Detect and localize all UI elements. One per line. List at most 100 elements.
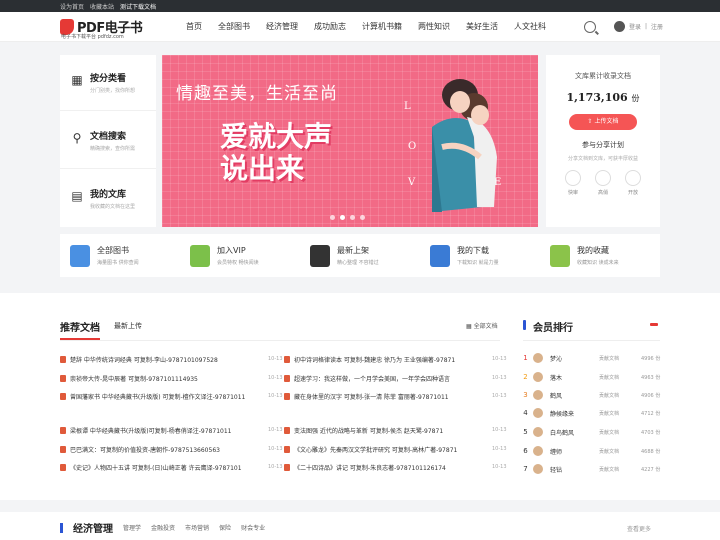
- pdf-icon: [284, 355, 290, 363]
- rank-row[interactable]: 7 轻钻 贡献文档 4227 份: [521, 463, 660, 475]
- doc-item[interactable]: 变法图强 近代的战略与革新 可复制-侯杰 赵天鹭-97871 10-13: [284, 425, 507, 435]
- nav-all-books[interactable]: 全部图书: [210, 21, 258, 32]
- nav-computer[interactable]: 计算机书籍: [354, 21, 410, 32]
- quick-access-panel: ▦ 按分类看 分门别类，找你所想 ⚲ 文档搜索 精确搜索，查你所需 ▤ 我的文库 我收…: [60, 55, 156, 227]
- download-icon: [430, 244, 450, 267]
- feature-vip[interactable]: 加入VIP 会员特权 畅快阅读: [180, 234, 300, 277]
- pdf-icon: [60, 355, 66, 363]
- search-icon: ⚲: [72, 131, 82, 145]
- pdf-icon: [60, 445, 66, 453]
- nav-humanities[interactable]: 人文社科: [506, 21, 554, 32]
- total-docs-count: 1,173,106 份: [566, 91, 640, 104]
- rank-row[interactable]: 5 白鸟鹤风 贡献文档 4703 份: [521, 426, 660, 438]
- avatar: [533, 390, 543, 400]
- pdf-icon: [60, 374, 66, 382]
- doc-item[interactable]: 巴巴满文：可复制的价值投资-唐朝作-9787513660563 10-13: [60, 444, 283, 454]
- user-area: 登录 | 注册: [614, 21, 663, 32]
- banner-letter-l: L: [404, 101, 411, 112]
- feature-bar: 全部图书 海量图书 供你查阅 加入VIP 会员特权 畅快阅读 最新上架 精心整理 不容…: [60, 234, 660, 277]
- doc-item[interactable]: 《史记》人物四十五讲 可复制-(日)山崎正著 许云鹰译-9787101 10-13: [60, 462, 283, 472]
- pdf-icon: [60, 463, 66, 471]
- user-avatar-icon[interactable]: [614, 21, 625, 32]
- register-link[interactable]: 注册: [651, 22, 663, 31]
- rank-row[interactable]: 4 静候缘来 贡献文档 4712 份: [521, 407, 660, 419]
- doc-item[interactable]: 楚辞 中华传统诗词经典 可复制-李山-9787101097528 10-13: [60, 354, 283, 364]
- vip-icon: [190, 244, 210, 267]
- ranking-title: 会员排行: [533, 323, 573, 334]
- bar-chart-icon: [70, 244, 90, 267]
- avatar: [533, 446, 543, 456]
- banner-letter-o: O: [408, 141, 416, 152]
- pdf-icon: [284, 445, 290, 453]
- banner-headline: 爱就大声 说出来: [220, 120, 333, 185]
- total-docs-label: 文库累计收录文档: [575, 72, 631, 80]
- fast-review-icon: 快审: [565, 170, 581, 196]
- doc-item[interactable]: 藏在身体里的汉字 可复制-张一清 陈菲 富丽著-97871011 10-13: [284, 391, 507, 401]
- banner-slogan: 情趣至美，生活至尚: [176, 84, 338, 104]
- high-reward-icon: 高俏: [595, 170, 611, 196]
- tab-latest-upload[interactable]: 最新上传: [114, 321, 142, 331]
- nav-relationship[interactable]: 两性知识: [410, 21, 458, 32]
- tab-marketing[interactable]: 市场营销: [185, 523, 209, 532]
- rank-row[interactable]: 3 鹤风 贡献文档 4906 份: [521, 389, 660, 401]
- economy-title: 经济管理: [73, 524, 113, 535]
- rank-row[interactable]: 2 落木 贡献文档 4963 份: [521, 371, 660, 383]
- avatar: [533, 464, 543, 474]
- rank-row[interactable]: 6 缠师 贡献文档 4688 份: [521, 445, 660, 457]
- open-icon: 开放: [625, 170, 641, 196]
- feature-favorites[interactable]: 我的收藏 收藏知识 读成未来: [540, 234, 660, 277]
- doc-item[interactable]: 梁根谭 中华经典藏书(升级版)可复制-杨春俏译注-97871011 10-13: [60, 425, 283, 435]
- library-icon: ▤: [71, 189, 83, 203]
- avatar: [533, 353, 543, 363]
- search-icon[interactable]: [584, 20, 596, 33]
- rank-accent: [523, 320, 526, 330]
- logo-subtitle: 电子书下载平台 pdfdz.com: [61, 33, 124, 40]
- nav-home[interactable]: 首页: [178, 21, 210, 32]
- pdf-icon: [284, 392, 290, 400]
- banner-letter-v: V: [407, 177, 416, 188]
- avatar: [533, 408, 543, 418]
- tab-management[interactable]: 管理学: [123, 523, 141, 532]
- doc-item[interactable]: 曾国藩家书 中华经典藏书(升级版) 可复制-檀作文译注-97871011 10-1…: [60, 391, 283, 401]
- document-search[interactable]: ⚲ 文档搜索 精确搜索，查你所需: [60, 113, 156, 169]
- rank-row[interactable]: 1 梦沁 贡献文档 4996 份: [521, 352, 660, 364]
- all-docs-link[interactable]: ▦ 全部文档: [466, 321, 498, 330]
- feature-downloads[interactable]: 我的下载 下载知识 就是力量: [420, 234, 540, 277]
- doc-item[interactable]: 崇祯帝大传-晁中辰著 可复制-9787101114935 10-13: [60, 373, 283, 383]
- login-link[interactable]: 登录: [629, 22, 641, 31]
- nav-success[interactable]: 成功励志: [306, 21, 354, 32]
- doc-item[interactable]: 超速学习：我这样做，一个月学会美国，一年学会四种语言 10-13: [284, 373, 507, 383]
- site-logo[interactable]: PDF电子书 电子书下载平台 pdfdz.com: [60, 15, 160, 40]
- pdf-icon: [60, 392, 66, 400]
- grid-icon: ▦: [71, 73, 83, 87]
- carousel-dots[interactable]: [330, 215, 365, 220]
- tab-finance[interactable]: 金融投资: [151, 523, 175, 532]
- doc-item[interactable]: 《二十四诗品》讲记 可复制-朱良志著-9787101126174 10-13: [284, 462, 507, 472]
- economy-section-header: 经济管理 管理学 金融投资 市场营销 保险 财会专业: [60, 520, 265, 535]
- bookmark-link[interactable]: 收藏本站: [90, 2, 114, 11]
- pdf-icon: [284, 426, 290, 434]
- top-bar: 设为首页 收藏本站 测试下载文档: [0, 0, 720, 12]
- feature-all-books[interactable]: 全部图书 海量图书 供你查阅: [60, 234, 180, 277]
- new-icon: [310, 244, 330, 267]
- favorite-icon: [550, 244, 570, 267]
- tab-accounting[interactable]: 财会专业: [241, 523, 265, 532]
- feature-new[interactable]: 最新上架 精心整理 不容错过: [300, 234, 420, 277]
- category-browse[interactable]: ▦ 按分类看 分门别类，找你所想: [60, 55, 156, 111]
- promo-banner[interactable]: 情趣至美，生活至尚 爱就大声 说出来 L O V E: [162, 55, 538, 227]
- upload-button[interactable]: ⇧ 上传文档: [569, 114, 637, 130]
- main-nav: 首页 全部图书 经济管理 成功励志 计算机书籍 两性知识 美好生活 人文社科: [178, 21, 554, 32]
- pdf-icon: [284, 463, 290, 471]
- view-more-link[interactable]: 查看更多: [627, 524, 651, 533]
- share-plan-sub: 分享文档到文库，可获丰厚收益: [567, 156, 638, 162]
- doc-item[interactable]: 《文心雕龙》先秦两汉文学批评研究 可复制-高林广著-97871 10-13: [284, 444, 507, 454]
- share-plan-title: 参与分享计划: [582, 141, 624, 149]
- avatar: [533, 372, 543, 382]
- nav-life[interactable]: 美好生活: [458, 21, 506, 32]
- test-download-link[interactable]: 测试下载文档: [120, 2, 156, 11]
- set-home-link[interactable]: 设为首页: [60, 2, 84, 11]
- nav-economics[interactable]: 经济管理: [258, 21, 306, 32]
- my-library[interactable]: ▤ 我的文库 我收藏的文档在这里: [60, 171, 156, 227]
- tab-insurance[interactable]: 保险: [219, 523, 231, 532]
- doc-item[interactable]: 初中诗词格律读本 可复制-魏建忠 徐乃为 王业强编著-97871 10-13: [284, 354, 507, 364]
